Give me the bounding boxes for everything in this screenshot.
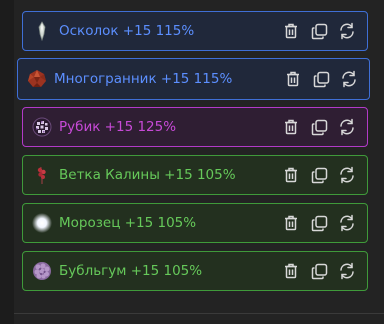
refresh-icon[interactable] [337, 261, 357, 281]
list-item[interactable]: Бубльгум +15 105% [22, 251, 368, 291]
shard-icon [31, 20, 53, 42]
viburnum-branch-icon [31, 164, 53, 186]
rubik-icon [31, 116, 53, 138]
trash-icon[interactable] [281, 261, 301, 281]
copy-icon[interactable] [309, 165, 329, 185]
trash-icon[interactable] [281, 21, 301, 41]
refresh-icon[interactable] [337, 165, 357, 185]
list-item[interactable]: Морозец +15 105% [22, 203, 368, 243]
trash-icon[interactable] [281, 117, 301, 137]
copy-icon[interactable] [309, 21, 329, 41]
trash-icon[interactable] [281, 165, 301, 185]
frost-icon [31, 212, 53, 234]
item-list-panel: Осколок +15 115% Многогранник +15 115% Р… [0, 0, 384, 324]
item-label: Морозец +15 105% [59, 215, 197, 231]
side-strip [0, 0, 14, 324]
copy-icon[interactable] [311, 69, 331, 89]
copy-icon[interactable] [309, 261, 329, 281]
trash-icon[interactable] [283, 69, 303, 89]
list-item[interactable]: Ветка Калины +15 105% [22, 155, 368, 195]
refresh-icon[interactable] [337, 117, 357, 137]
item-label: Многогранник +15 115% [54, 71, 233, 87]
item-label: Бубльгум +15 105% [59, 263, 203, 279]
item-label: Рубик +15 125% [59, 119, 177, 135]
list-item[interactable]: Осколок +15 115% [22, 11, 368, 51]
copy-icon[interactable] [309, 117, 329, 137]
trash-icon[interactable] [281, 213, 301, 233]
divider [14, 313, 384, 314]
refresh-icon[interactable] [339, 69, 359, 89]
list-item[interactable]: Многогранник +15 115% [17, 58, 370, 100]
list-item[interactable]: Рубик +15 125% [22, 107, 368, 147]
item-label: Ветка Калины +15 105% [59, 167, 236, 183]
copy-icon[interactable] [309, 213, 329, 233]
refresh-icon[interactable] [337, 213, 357, 233]
polyhedron-icon [26, 68, 48, 90]
refresh-icon[interactable] [337, 21, 357, 41]
bubblegum-icon [31, 260, 53, 282]
item-label: Осколок +15 115% [59, 23, 195, 39]
